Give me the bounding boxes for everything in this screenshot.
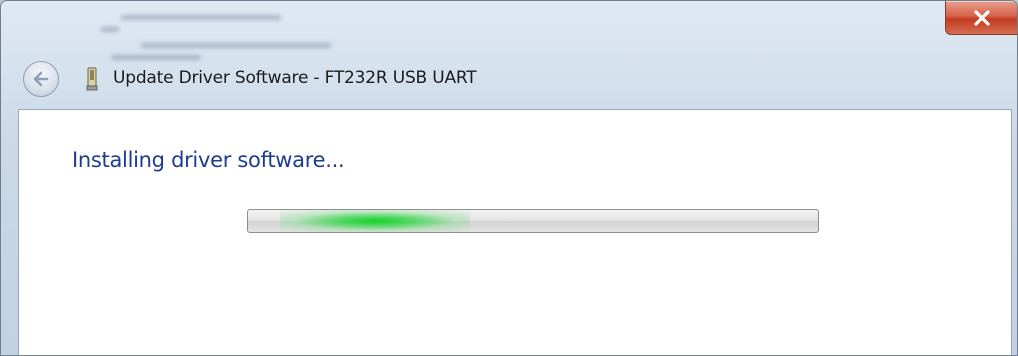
close-button[interactable]	[945, 1, 1017, 35]
background-glass-blur	[81, 5, 381, 65]
title-bar: Update Driver Software - FT232R USB UART	[1, 57, 1017, 107]
back-button[interactable]	[23, 61, 59, 97]
back-arrow-icon	[33, 71, 49, 87]
window-title: Update Driver Software - FT232R USB UART	[113, 68, 477, 88]
close-x-icon	[974, 9, 990, 26]
progress-bar	[247, 209, 819, 233]
content-panel: Installing driver software...	[18, 109, 1012, 355]
dialog-window: Update Driver Software - FT232R USB UART…	[0, 0, 1018, 356]
status-heading: Installing driver software...	[72, 148, 345, 172]
progress-marquee-glow	[280, 210, 470, 232]
usb-device-icon	[86, 67, 98, 91]
